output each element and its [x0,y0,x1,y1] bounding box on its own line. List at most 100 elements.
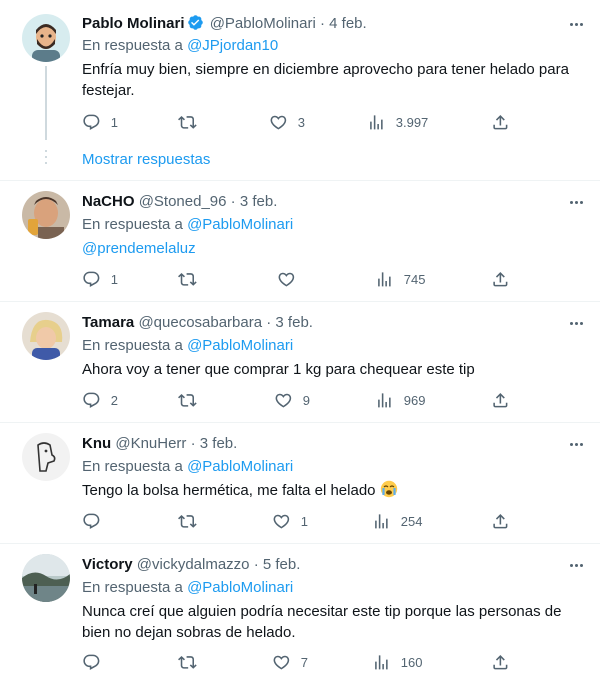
views-count: 745 [403,271,426,287]
like-icon [277,270,296,289]
author-handle[interactable]: @vickydalmazzo [137,556,250,573]
retweet-button[interactable] [178,269,207,289]
author-name[interactable]: Tamara [82,314,134,331]
author-name[interactable]: Pablo Molinari [82,15,185,32]
reply-button[interactable] [82,652,111,672]
like-button[interactable]: 9 [274,390,310,410]
share-button[interactable] [491,112,510,132]
retweet-button[interactable] [178,112,207,132]
separator: · [253,556,259,573]
separator: · [230,193,236,210]
author-handle[interactable]: @PabloMolinari [210,15,316,32]
views-icon [375,270,394,289]
views-icon [367,113,386,132]
reply-count: 1 [110,271,118,287]
avatar[interactable] [22,554,70,602]
reply-prefix: En respuesta a [82,337,183,354]
views-button[interactable]: 160 [372,652,422,672]
share-button[interactable] [491,390,510,410]
author-handle[interactable]: @Stoned_96 [139,193,227,210]
views-icon [372,512,391,531]
reply-count: 2 [110,392,118,408]
like-icon [274,391,293,410]
reply-context: En respuesta a @PabloMolinari [82,336,586,355]
reply-button[interactable]: 2 [82,390,118,410]
share-button[interactable] [491,511,510,531]
tweet-header: Tamara @quecosabarbara · 3 feb. [82,314,586,332]
reply-to-link[interactable]: @PabloMolinari [187,458,293,475]
separator: · [319,15,325,32]
like-button[interactable]: 3 [269,112,305,132]
retweet-icon [178,512,197,531]
tweet-text: Nunca creí que alguien podría necesitar … [82,603,562,641]
verified-badge-icon [187,14,204,31]
reply-icon [82,653,101,672]
tweet-date[interactable]: 3 feb. [275,314,313,331]
tweet-date[interactable]: 3 feb. [240,193,278,210]
reply-context: En respuesta a @PabloMolinari [82,215,586,234]
reply-prefix: En respuesta a [82,579,183,596]
avatar[interactable] [22,14,70,62]
tweet-victory[interactable]: Victory @vickydalmazzo · 5 feb. En respu… [0,544,600,678]
author-name[interactable]: Knu [82,435,111,452]
views-button[interactable]: 745 [375,269,425,289]
avatar-tamara-icon [22,312,70,360]
tweet-knu[interactable]: Knu @KnuHerr · 3 feb. En respuesta a @Pa… [0,423,600,543]
tweet-text[interactable]: @prendemelaluz [82,238,586,259]
views-count: 254 [400,513,423,529]
retweet-button[interactable] [178,511,207,531]
avatar[interactable] [22,312,70,360]
more-options-button[interactable] [566,556,586,574]
author-handle[interactable]: @quecosabarbara [138,314,262,331]
tweet-header: NaCHO @Stoned_96 · 3 feb. [82,193,586,211]
views-button[interactable]: 254 [372,511,422,531]
tweet-date[interactable]: 3 feb. [200,435,238,452]
reply-to-link[interactable]: @PabloMolinari [187,579,293,596]
reply-to-link[interactable]: @PabloMolinari [187,337,293,354]
tweet-actions: 7 160 [82,652,522,672]
like-button[interactable]: 1 [272,511,308,531]
reply-to-link[interactable]: @JPjordan10 [187,37,278,54]
like-count: 3 [297,114,305,130]
retweet-button[interactable] [178,390,207,410]
share-icon [491,391,510,410]
author-name[interactable]: Victory [82,556,133,573]
more-options-button[interactable] [566,193,586,211]
avatar[interactable] [22,433,70,481]
reply-to-link[interactable]: @PabloMolinari [187,216,293,233]
views-button[interactable]: 3.997 [367,112,428,132]
share-button[interactable] [491,652,510,672]
author-name[interactable]: NaCHO [82,193,135,210]
avatar-nacho-icon [22,191,70,239]
more-options-button[interactable] [566,435,586,453]
tweet-actions: 2 9 969 [82,390,522,410]
reply-button[interactable] [82,511,111,531]
share-icon [491,113,510,132]
thread-dots [45,150,47,168]
tweet-tamara[interactable]: Tamara @quecosabarbara · 3 feb. En respu… [0,302,600,422]
reply-button[interactable]: 1 [82,269,118,289]
more-options-button[interactable] [566,15,586,33]
retweet-button[interactable] [178,652,207,672]
reply-icon [82,113,101,132]
tweet-date[interactable]: 5 feb. [263,556,301,573]
views-count: 969 [403,392,426,408]
like-button[interactable] [277,269,306,289]
views-button[interactable]: 969 [375,390,425,410]
separator: · [266,314,272,331]
share-button[interactable] [491,269,510,289]
reply-button[interactable]: 1 [82,112,118,132]
author-handle[interactable]: @KnuHerr [115,435,186,452]
like-count: 9 [302,392,310,408]
tweet-nacho[interactable]: NaCHO @Stoned_96 · 3 feb. En respuesta a… [0,181,600,301]
tweet-date[interactable]: 4 feb. [329,15,367,32]
tweet-text-container: Tengo la bolsa hermética, me falta el he… [82,480,586,501]
avatar[interactable] [22,191,70,239]
reply-icon [82,512,101,531]
more-options-button[interactable] [566,314,586,332]
tweet-pablo[interactable]: Pablo Molinari @PabloMolinari · 4 feb. E… [0,0,600,180]
tweet-text: Enfría muy bien, siempre en diciembre ap… [82,61,569,99]
tweet-text: Tengo la bolsa hermética, me falta el he… [82,482,376,499]
like-button[interactable]: 7 [272,652,308,672]
show-replies-link[interactable]: Mostrar respuestas [82,151,210,168]
